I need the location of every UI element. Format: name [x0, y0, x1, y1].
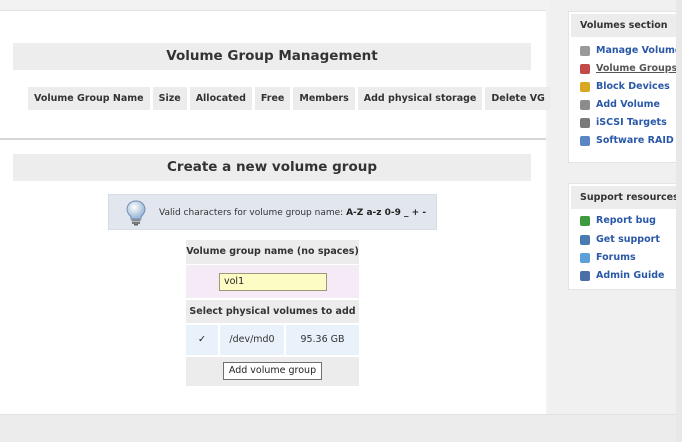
- physical-volumes-label: Select physical volumes to add: [186, 300, 359, 323]
- sidebar-item-get-support[interactable]: Get support: [580, 233, 660, 247]
- submit-row: Add volume group: [186, 357, 359, 386]
- sidebar-item-label: Report bug: [596, 215, 656, 226]
- sidebar-item-add-volume[interactable]: Add Volume: [580, 98, 660, 112]
- section-divider: [0, 138, 546, 140]
- column-members: Members: [293, 87, 355, 110]
- column-allocated: Allocated: [189, 87, 252, 110]
- bug-icon: [580, 216, 590, 226]
- raid-icon: [580, 136, 590, 146]
- sidebar-item-software-raid[interactable]: Software RAID: [580, 134, 674, 148]
- sidebar-item-label: Software RAID: [596, 135, 674, 146]
- sidebar-item-label: Manage Volumes: [596, 45, 682, 56]
- volume-group-name-input[interactable]: vol1: [219, 273, 327, 291]
- volumes-section-box: Volumes section Manage Volumes Volume Gr…: [568, 11, 682, 163]
- valid-characters-text: Valid characters for volume group name: …: [159, 195, 426, 231]
- sidebar-item-label: Block Devices: [596, 81, 670, 92]
- support-resources-box: Support resources Report bug Get support…: [568, 183, 682, 290]
- sidebar-item-forums[interactable]: Forums: [580, 251, 636, 265]
- scrollbar[interactable]: [676, 0, 682, 442]
- sidebar-item-label: Admin Guide: [596, 270, 665, 281]
- sidebar-item-block-devices[interactable]: Block Devices: [580, 80, 670, 94]
- support-icon: [580, 235, 590, 245]
- column-size: Size: [152, 87, 187, 110]
- sidebar-item-label: iSCSI Targets: [596, 117, 667, 128]
- guide-icon: [580, 271, 590, 281]
- physical-volume-size: 95.36 GB: [286, 325, 359, 355]
- support-resources-title: Support resources: [571, 186, 681, 209]
- volumes-section-title: Volumes section: [571, 14, 681, 37]
- valid-characters-list: A-Z a-z 0-9 _ + -: [346, 208, 427, 218]
- valid-characters-info-box: Valid characters for volume group name: …: [108, 194, 437, 230]
- sidebar-item-report-bug[interactable]: Report bug: [580, 214, 656, 228]
- sidebar-item-admin-guide[interactable]: Admin Guide: [580, 269, 664, 283]
- sidebar-item-volume-groups[interactable]: Volume Groups: [580, 62, 677, 76]
- physical-volume-row: ✓ /dev/md0 95.36 GB: [186, 325, 359, 355]
- column-delete-vg: Delete VG: [485, 87, 551, 110]
- block-devices-icon: [580, 82, 590, 92]
- volume-group-name-label: Volume group name (no spaces): [186, 240, 359, 264]
- iscsi-icon: [580, 118, 590, 128]
- physical-volume-checkbox[interactable]: ✓: [186, 325, 218, 355]
- footer-bar: [0, 414, 682, 442]
- info-label: Valid characters for volume group name:: [159, 208, 344, 218]
- sidebar-item-label: Get support: [596, 234, 660, 245]
- disks-icon: [580, 46, 590, 56]
- add-volume-icon: [580, 100, 590, 110]
- column-free: Free: [254, 87, 291, 110]
- volume-group-table-header: Volume Group Name Size Allocated Free Me…: [28, 87, 551, 110]
- create-volume-group-title: Create a new volume group: [13, 154, 531, 181]
- sidebar-item-manage-volumes[interactable]: Manage Volumes: [580, 44, 682, 58]
- lightbulb-icon: [126, 200, 146, 226]
- sidebar-item-label: Add Volume: [596, 99, 660, 110]
- column-volume-group-name: Volume Group Name: [28, 87, 150, 110]
- volume-groups-icon: [580, 64, 590, 74]
- forums-icon: [580, 253, 590, 263]
- volume-group-name-cell: vol1: [186, 265, 359, 298]
- add-volume-group-button[interactable]: Add volume group: [223, 362, 322, 380]
- sidebar-item-iscsi-targets[interactable]: iSCSI Targets: [580, 116, 667, 130]
- volume-group-management-title: Volume Group Management: [13, 43, 531, 70]
- column-add-physical-storage: Add physical storage: [357, 87, 483, 110]
- sidebar-item-label: Forums: [596, 252, 636, 263]
- sidebar-item-label: Volume Groups: [596, 63, 678, 74]
- physical-volume-device: /dev/md0: [220, 325, 284, 355]
